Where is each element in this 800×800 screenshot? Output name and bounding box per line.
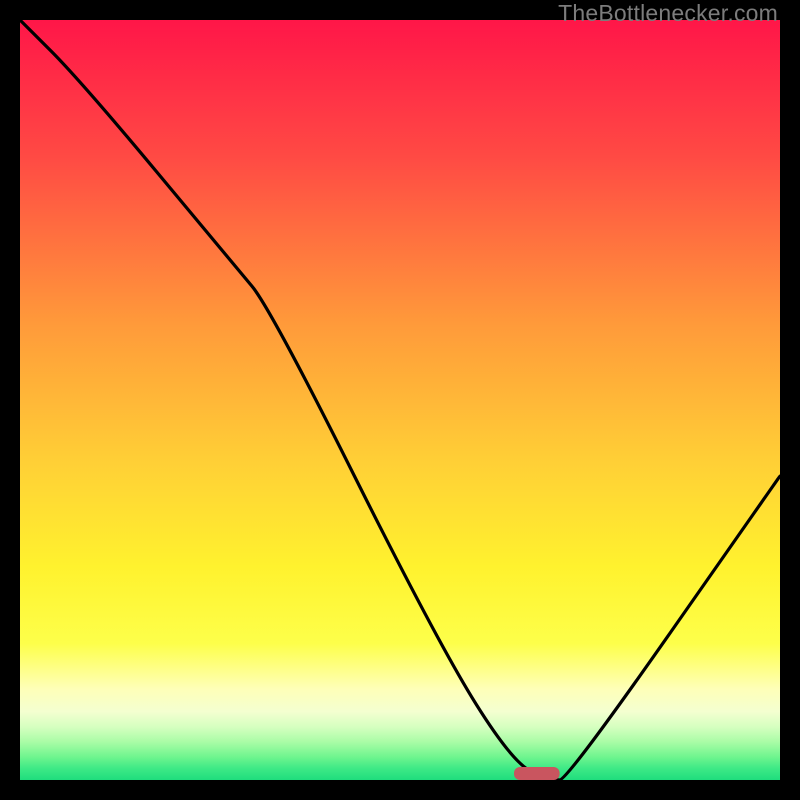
watermark-text: TheBottlenecker.com bbox=[558, 0, 778, 27]
optimal-marker bbox=[514, 767, 560, 780]
gradient-background bbox=[20, 20, 780, 780]
bottleneck-chart bbox=[20, 20, 780, 780]
chart-frame bbox=[20, 20, 780, 780]
